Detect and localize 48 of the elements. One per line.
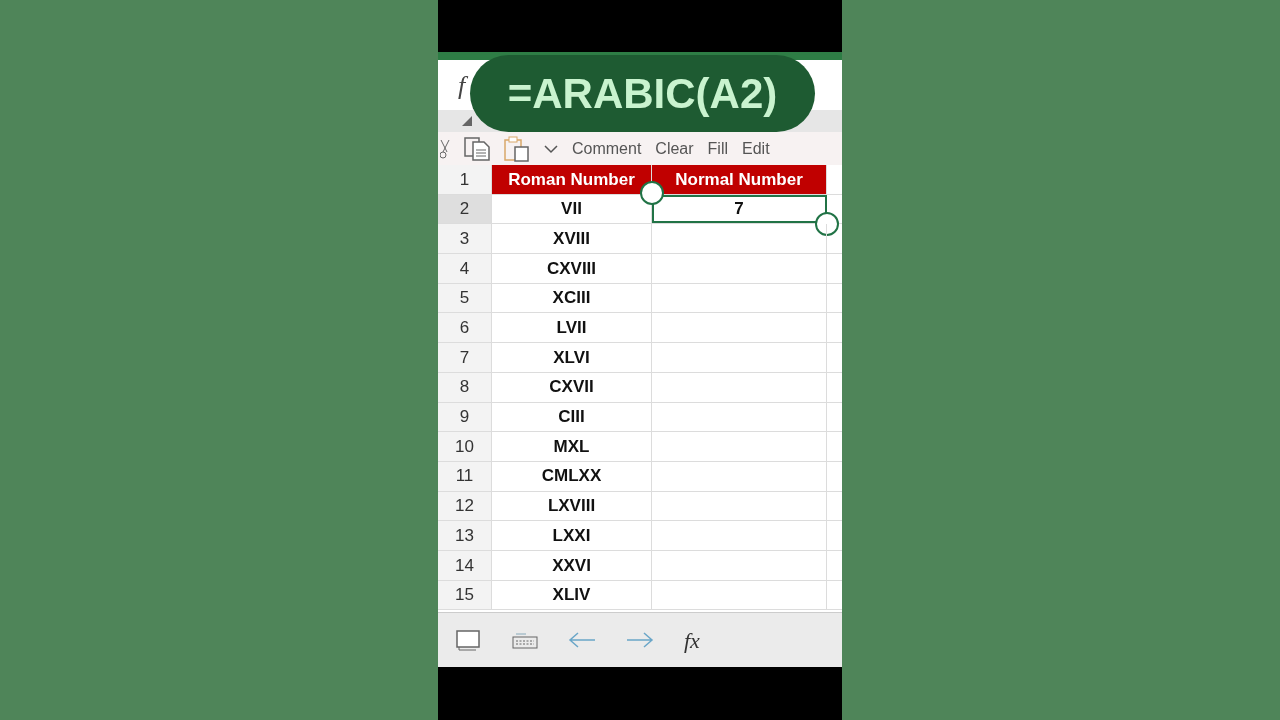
row-number: 8 xyxy=(438,372,492,402)
table-cell[interactable]: CXVII xyxy=(492,372,652,402)
function-button[interactable]: fx xyxy=(684,623,700,657)
menu-item[interactable]: Clear xyxy=(655,136,694,161)
table-cell[interactable]: 7 xyxy=(652,194,827,224)
table-cell[interactable]: XCIII xyxy=(492,283,652,313)
menu-item[interactable]: Fill xyxy=(707,136,729,161)
right-arrow-icon[interactable] xyxy=(626,630,654,650)
header-cell: Roman Number xyxy=(492,165,652,194)
menu-item[interactable]: Edit xyxy=(742,136,770,161)
table-cell[interactable]: CMLXX xyxy=(492,461,652,491)
row-number: 7 xyxy=(438,343,492,372)
formula-overlay: =ARABIC(A2) xyxy=(470,55,815,132)
row-number: 13 xyxy=(438,521,492,550)
left-arrow-icon[interactable] xyxy=(568,630,596,650)
row-number: 12 xyxy=(438,491,492,521)
row-number: 11 xyxy=(438,461,492,491)
row-number: 6 xyxy=(438,313,492,343)
table-cell[interactable]: XVIII xyxy=(492,224,652,254)
row-number: 14 xyxy=(438,550,492,580)
table-cell[interactable]: MXL xyxy=(492,432,652,461)
chevron-down-icon[interactable] xyxy=(544,143,558,154)
table-cell[interactable]: XLVI xyxy=(492,343,652,372)
screen-icon[interactable] xyxy=(456,628,482,652)
row-number: 1 xyxy=(438,165,492,194)
paste-icon[interactable] xyxy=(504,135,530,162)
scissors-icon[interactable] xyxy=(440,138,450,159)
header-cell: Normal Number xyxy=(652,165,827,194)
selection-handle[interactable] xyxy=(815,211,839,236)
copy-icon[interactable] xyxy=(464,136,490,161)
row-number: 15 xyxy=(438,580,492,610)
formula-label: f xyxy=(458,69,466,102)
table-cell[interactable]: LVII xyxy=(492,313,652,343)
row-number: 10 xyxy=(438,432,492,461)
menu-item[interactable]: Comment xyxy=(572,136,642,161)
row-number: 9 xyxy=(438,402,492,432)
keyboard-icon[interactable] xyxy=(512,631,538,649)
row-number: 2 xyxy=(438,194,492,224)
row-number: 5 xyxy=(438,283,492,313)
table-cell[interactable]: LXVIII xyxy=(492,491,652,521)
table-cell[interactable]: XXVI xyxy=(492,550,652,580)
table-cell[interactable]: CXVIII xyxy=(492,254,652,283)
corner-triangle-icon xyxy=(462,116,472,126)
row-number: 3 xyxy=(438,224,492,254)
row-number: 4 xyxy=(438,254,492,283)
table-cell[interactable]: LXXI xyxy=(492,521,652,550)
table-cell[interactable]: XLIV xyxy=(492,580,652,610)
table-cell[interactable]: CIII xyxy=(492,402,652,432)
